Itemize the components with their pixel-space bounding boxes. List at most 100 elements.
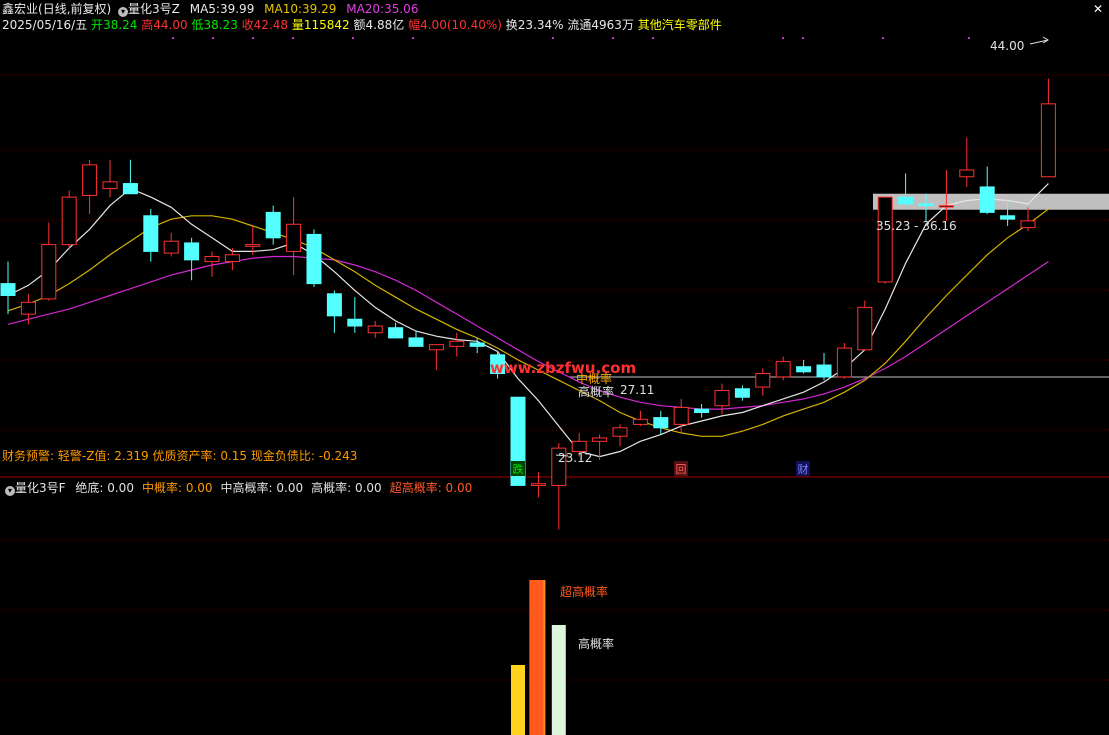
candle-body-17	[347, 318, 363, 327]
close-label: 收	[241, 18, 254, 32]
sub-item-label-2: 中高概率:	[220, 481, 277, 495]
quality-value: 0.15	[220, 449, 248, 463]
ma10-value: 39.29	[302, 2, 337, 16]
sub-item-value-1: 0.00	[185, 481, 213, 495]
high-prob-sub-label: 高概率	[578, 636, 614, 651]
candle-body-10	[204, 255, 220, 263]
candle-body-34	[694, 408, 710, 414]
candle-body-20	[408, 337, 424, 347]
signal-dot-12	[968, 37, 970, 39]
high-price-label: 44.00	[990, 39, 1024, 53]
signal-dot-7	[612, 37, 614, 39]
candle-body-9	[184, 242, 200, 261]
signal-dot-4	[352, 37, 354, 39]
low-value: 38.23	[203, 18, 238, 32]
signal-dot-8	[652, 37, 654, 39]
ma5-value: 39.99	[219, 2, 255, 16]
super-high-prob-label: 超高概率	[560, 584, 608, 599]
sub-indicator-toggle-icon[interactable]: ▾	[5, 486, 15, 496]
sub-item-label-0: 绝底:	[75, 481, 108, 495]
candle-body-0	[0, 283, 16, 296]
sub-item-value-3: 0.00	[354, 481, 382, 495]
signal-dot-0	[172, 37, 174, 39]
candle-body-44	[898, 196, 914, 205]
candle-body-7	[143, 215, 159, 252]
candle-body-38	[775, 361, 791, 378]
candle-body-32	[653, 417, 669, 429]
candle-body-49	[1000, 215, 1016, 220]
finance-prefix: 财务预警: 轻警-Z值:	[2, 449, 115, 463]
signal-dot-9	[782, 37, 784, 39]
high-arrow	[1029, 36, 1049, 45]
sector-label[interactable]: 其他汽车零部件	[638, 18, 722, 32]
candle-body-3	[61, 196, 77, 246]
float-label: 流通	[567, 18, 592, 32]
sub-item-label-1: 中概率:	[141, 481, 186, 495]
change-label: 幅	[408, 18, 421, 32]
candle-body-1	[20, 301, 36, 315]
candle-body-45	[918, 203, 934, 207]
low-label: 低	[191, 18, 204, 32]
open-label: 开	[91, 18, 104, 32]
watermark: www.zbzfwu.com	[490, 359, 636, 377]
candle-body-39	[796, 366, 812, 373]
candle-body-28	[571, 440, 587, 453]
sub-bar-red	[529, 580, 544, 735]
signal-dot-10	[802, 37, 804, 39]
price-chart[interactable]: 44.0035.23 - 36.16中概率高概率 27.1123.12跌回财www…	[0, 0, 1109, 735]
candle-body-51	[1040, 103, 1056, 178]
cash-value: -0.243	[318, 449, 358, 463]
candle-body-14	[286, 223, 302, 252]
chart-header: 鑫宏业(日线,前复权) ▾ 量化3号Z MA5:39.99 MA10:39.29 …	[2, 2, 418, 17]
sub-indicator-header: ▾ 量化3号F 绝底: 0.00 中概率: 0.00 中高概率: 0.00 高概率: 0…	[2, 481, 480, 496]
high-value: 44.00	[153, 18, 188, 32]
candle-body-15	[306, 233, 322, 285]
turnover-label: 换	[505, 18, 518, 32]
signal-dot-5	[412, 37, 414, 39]
candle-body-16	[326, 293, 342, 317]
sub-item-value-4: 0.00	[445, 481, 473, 495]
float-value: 4963万	[591, 18, 634, 32]
candle-body-8	[163, 240, 179, 254]
low-price-label: 23.12	[558, 451, 592, 465]
ma5-label: MA5:	[189, 2, 220, 16]
candle-body-23	[469, 342, 485, 347]
candle-body-30	[612, 427, 628, 437]
signal-dot-2	[252, 37, 254, 39]
candle-body-4	[82, 164, 98, 196]
period-label: (日线,前复权)	[38, 2, 112, 16]
candle-body-21	[428, 344, 444, 351]
ma20-label: MA20:	[346, 2, 385, 16]
volume-value: 115842	[303, 18, 350, 32]
sub-indicator-name[interactable]: 量化3号F	[15, 481, 66, 495]
indicator-name[interactable]: 量化3号Z	[128, 2, 180, 16]
candle-body-26	[530, 483, 546, 486]
quote-date: 2025/05/16/五	[2, 18, 88, 32]
open-value: 38.24	[103, 18, 138, 32]
candle-body-40	[816, 364, 832, 378]
marker-cai: 财	[798, 462, 809, 476]
candle-body-5	[102, 181, 118, 190]
quality-label: 优质资产率:	[148, 449, 221, 463]
candle-body-48	[979, 186, 995, 213]
sub-bar-pale	[551, 625, 566, 735]
candle-body-41	[836, 347, 852, 378]
indicator-toggle-icon[interactable]: ▾	[118, 7, 129, 17]
candle-body-35	[714, 389, 730, 407]
range-label: 35.23 - 36.16	[876, 219, 957, 233]
cash-label: 现金负债比:	[247, 449, 319, 463]
candle-body-6	[122, 183, 138, 195]
quote-bar: 2025/05/16/五 开38.24 高44.00 低38.23 收42.48…	[2, 18, 722, 33]
candle-body-31	[632, 418, 648, 425]
change-value: 4.00(10.40%)	[420, 18, 502, 32]
candle-body-36	[734, 388, 750, 398]
close-icon[interactable]: ✕	[1093, 2, 1103, 16]
finance-warning: 财务预警: 轻警-Z值: 2.319 优质资产率: 0.15 现金负债比: -0…	[2, 449, 357, 464]
volume-label: 量	[291, 18, 304, 32]
candle-body-37	[755, 373, 771, 388]
candle-body-43	[877, 196, 893, 283]
candle-body-46	[938, 205, 954, 208]
signal-dot-11	[882, 37, 884, 39]
candle-body-29	[592, 437, 608, 442]
sub-item-value-2: 0.00	[276, 481, 304, 495]
